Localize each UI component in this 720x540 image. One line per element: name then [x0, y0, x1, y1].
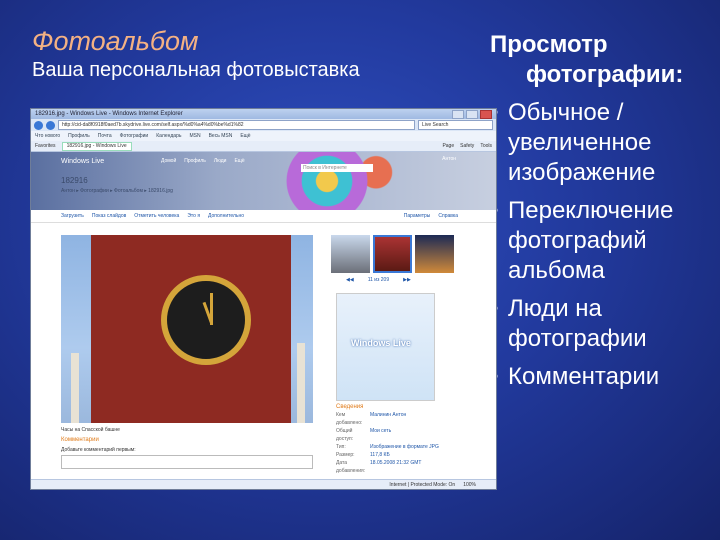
action-bar: Загрузить Показ слайдов Отметить человек… [31, 210, 496, 223]
live-brand[interactable]: Windows Live [61, 158, 104, 165]
info-row: Общий доступ: Мои сеть [336, 427, 466, 443]
bullet-item: Переключение фотографий альбома [490, 196, 720, 286]
clock-face [161, 275, 251, 365]
thumbnail[interactable] [373, 235, 412, 273]
thumbnail-strip [331, 235, 454, 273]
nav-home[interactable]: Домой [161, 158, 176, 164]
menu-item[interactable]: Ещё [240, 133, 250, 139]
info-value: Изображение в формате JPG [370, 444, 439, 450]
help-button[interactable]: Справка [438, 213, 458, 219]
header-art [271, 152, 411, 210]
nav-people[interactable]: Люди [214, 158, 227, 164]
info-panel: Сведения Кем добавлено: Малинин Антон Общ… [336, 403, 466, 475]
minimize-button[interactable] [452, 109, 464, 119]
bullets-heading: Просмотр фотографии: [490, 30, 720, 90]
info-key: Дата добавления: [336, 460, 366, 474]
promo-logo: Windows Live [351, 338, 411, 348]
tag-person-button[interactable]: Отметить человека [134, 213, 179, 219]
thumbnail[interactable] [415, 235, 454, 273]
info-key: Кем добавлено: [336, 412, 363, 426]
heading-line2: фотографии: [526, 61, 684, 88]
bullet-list: Просмотр фотографии: Обычное / увеличенн… [490, 30, 720, 392]
comments-heading: Комментарии [61, 437, 99, 443]
page-menu[interactable]: Page [442, 143, 454, 149]
zoom-level[interactable]: 100% [463, 482, 476, 488]
next-icon[interactable]: ▶▶ [403, 277, 411, 283]
info-row: Размер: 117,8 КБ [336, 451, 466, 459]
info-value: 18.05.2008 21:32 GMT [370, 460, 422, 466]
web-search-input[interactable]: Поиск в Интернете [301, 164, 373, 172]
slide-subtitle: Ваша персональная фотовыставка [32, 59, 360, 81]
live-nav: Домой Профиль Люди Ещё [161, 158, 245, 164]
menu-item[interactable]: Что нового [35, 133, 60, 139]
menu-item[interactable]: Профиль [68, 133, 90, 139]
live-header: Windows Live Домой Профиль Люди Ещё Поис… [31, 152, 496, 210]
tower-image [91, 235, 291, 423]
status-bar: Internet | Protected Mode: On 100% [31, 479, 496, 489]
favorites-bar: Favorites 182916.jpg - Windows Live Page… [31, 141, 496, 152]
promo-banner[interactable]: Windows Live [336, 293, 435, 401]
nav-more[interactable]: Ещё [234, 158, 244, 164]
info-value: 117,8 КБ [370, 452, 390, 458]
content-area: Часы на Спасской башне Комментарии Добав… [31, 223, 496, 474]
heading-line1: Просмотр [490, 31, 608, 58]
url-field[interactable]: http://cid-da8f0918f0aed7b.skydrive.live… [58, 120, 415, 130]
info-value[interactable]: Малинин Антон [370, 411, 406, 427]
close-button[interactable] [480, 109, 492, 119]
slideshow-button[interactable]: Показ слайдов [92, 213, 126, 219]
forward-icon[interactable] [46, 120, 55, 130]
bullet-item: Комментарии [490, 362, 720, 392]
info-row: Тип: Изображение в формате JPG [336, 443, 466, 451]
more-button[interactable]: Дополнительно [208, 213, 244, 219]
thumbnail-pager: ◀◀ 11 из 209 ▶▶ [346, 277, 411, 283]
photo-id: 182916 [61, 176, 88, 185]
options-button[interactable]: Параметры [404, 213, 431, 219]
browser-search-input[interactable]: Live Search [418, 120, 493, 130]
bullet-item: Люди на фотографии [490, 294, 720, 354]
info-heading: Сведения [336, 404, 364, 410]
browser-tab[interactable]: 182916.jpg - Windows Live [61, 141, 132, 151]
menu-item[interactable]: MSN [189, 133, 200, 139]
breadcrumb[interactable]: Антон ▸ Фотографии ▸ Фотоальбом ▸ 182916… [61, 188, 173, 194]
info-row: Дата добавления: 18.05.2008 21:32 GMT [336, 459, 466, 475]
info-value[interactable]: Мои сеть [370, 427, 391, 443]
back-icon[interactable] [34, 120, 43, 130]
menu-bar: Что нового Профиль Почта Фотографии Кале… [31, 131, 496, 141]
info-row: Кем добавлено: Малинин Антон [336, 411, 466, 427]
thumbnail[interactable] [331, 235, 370, 273]
browser-window: 182916.jpg - Windows Live - Windows Inte… [30, 108, 497, 490]
menu-item[interactable]: Фотографии [120, 133, 149, 139]
menu-item[interactable]: Календарь [156, 133, 181, 139]
maximize-button[interactable] [466, 109, 478, 119]
status-zone: Internet | Protected Mode: On [389, 481, 456, 488]
menu-item[interactable]: Почта [98, 133, 112, 139]
bullet-item: Обычное / увеличенное изображение [490, 98, 720, 188]
address-bar: http://cid-da8f0918f0aed7b.skydrive.live… [31, 119, 496, 131]
favorites-button[interactable]: Favorites [35, 143, 56, 149]
info-key: Тип: [336, 444, 346, 450]
tools-menu[interactable]: Tools [480, 143, 492, 149]
menu-item[interactable]: Весь MSN [209, 133, 233, 139]
info-key: Общий доступ: [336, 428, 354, 442]
pager-count: 11 из 209 [367, 277, 390, 283]
slide-title: Фотоальбом [32, 26, 199, 56]
add-comment-label: Добавьте комментарий первым: [61, 447, 136, 453]
upload-button[interactable]: Загрузить [61, 213, 84, 219]
photo-caption: Часы на Спасской башне [61, 427, 120, 433]
comment-input[interactable] [61, 455, 313, 469]
safety-menu[interactable]: Safety [460, 143, 474, 149]
nav-profile[interactable]: Профиль [184, 158, 206, 164]
spire [297, 343, 305, 423]
info-key: Размер: [336, 452, 355, 458]
title-bar: 182916.jpg - Windows Live - Windows Inte… [31, 109, 496, 119]
this-is-me-button[interactable]: Это я [187, 213, 200, 219]
spire [71, 353, 79, 423]
main-photo[interactable] [61, 235, 313, 423]
user-name[interactable]: Антон [442, 156, 456, 162]
window-title: 182916.jpg - Windows Live - Windows Inte… [35, 111, 183, 117]
prev-icon[interactable]: ◀◀ [346, 277, 354, 283]
